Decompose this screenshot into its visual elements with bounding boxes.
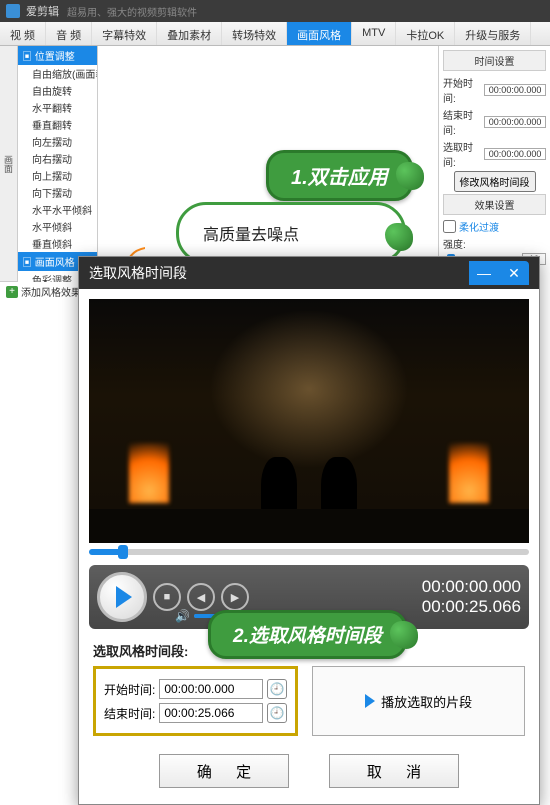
- app-title: 爱剪辑: [26, 3, 59, 19]
- tree-item[interactable]: 向下摆动: [18, 184, 97, 201]
- tab-0[interactable]: 视 频: [0, 22, 46, 45]
- modify-timerange-button[interactable]: 修改风格时间段: [454, 171, 536, 192]
- timerange-inputs: 开始时间: 🕘 结束时间: 🕘: [93, 666, 298, 736]
- tree-item[interactable]: 向上摆动: [18, 167, 97, 184]
- tab-2[interactable]: 字幕特效: [92, 22, 157, 45]
- plus-icon: +: [6, 286, 18, 298]
- next-frame-button[interactable]: ▶: [221, 583, 249, 611]
- stop-button[interactable]: ■: [153, 583, 181, 611]
- video-preview[interactable]: [89, 299, 529, 543]
- dlg-start-input[interactable]: [159, 679, 263, 699]
- sel-label: 选取时间:: [443, 139, 484, 169]
- effect-tooltip-text: 高质量去噪点: [203, 221, 299, 245]
- top-tabs: 视 频音 频字幕特效叠加素材转场特效画面风格MTV卡拉OK升级与服务: [0, 22, 550, 46]
- left-cat-0[interactable]: 画面: [0, 46, 17, 282]
- right-settings-panel: 时间设置 开始时间:00:00:00.000 结束时间:00:00:00.000…: [438, 46, 550, 282]
- strength-label: 强度:: [443, 236, 466, 251]
- tree-group[interactable]: ▣ 位置调整: [18, 46, 97, 65]
- volume-icon[interactable]: 🔊: [175, 609, 190, 623]
- tree-item[interactable]: 水平倾斜: [18, 218, 97, 235]
- tree-item[interactable]: 向左摆动: [18, 133, 97, 150]
- tab-1[interactable]: 音 频: [46, 22, 92, 45]
- tree-item[interactable]: 自由缩放(画面裁剪): [18, 65, 97, 82]
- tree-item[interactable]: 垂直倾斜: [18, 235, 97, 252]
- play-button[interactable]: [97, 572, 147, 622]
- tree-item[interactable]: 自由旋转: [18, 82, 97, 99]
- add-style-effect-button[interactable]: + 添加风格效果: [6, 284, 81, 299]
- pick-end-time-button[interactable]: 🕘: [267, 703, 287, 723]
- time-settings-title: 时间设置: [443, 50, 546, 71]
- dialog-titlebar: 选取风格时间段 — ✕: [79, 257, 539, 289]
- tree-item[interactable]: 水平翻转: [18, 99, 97, 116]
- play-icon: [116, 586, 132, 608]
- play-selection-label: 播放选取的片段: [381, 692, 472, 711]
- add-style-label: 添加风格效果: [21, 284, 81, 299]
- close-button[interactable]: ✕: [499, 261, 529, 285]
- left-category-strip: 画面美化滤镜动景: [0, 46, 18, 282]
- start-value[interactable]: 00:00:00.000: [484, 84, 546, 96]
- dialog-title: 选取风格时间段: [89, 263, 187, 283]
- select-timerange-dialog: 选取风格时间段 — ✕ ■ ◀ ▶ 00:00:00.000 00:00:25.…: [78, 256, 540, 805]
- tab-7[interactable]: 卡拉OK: [396, 22, 455, 45]
- prev-frame-button[interactable]: ◀: [187, 583, 215, 611]
- cancel-button[interactable]: 取 消: [329, 754, 459, 788]
- pick-start-time-button[interactable]: 🕘: [267, 679, 287, 699]
- effect-tooltip: 高质量去噪点: [176, 202, 406, 264]
- tree-item[interactable]: 垂直翻转: [18, 116, 97, 133]
- center-area: 1.双击应用 高质量去噪点: [98, 46, 438, 282]
- tree-item[interactable]: 水平水平倾斜: [18, 201, 97, 218]
- tree-item[interactable]: 向右摆动: [18, 150, 97, 167]
- play-icon: [365, 694, 375, 708]
- callout-step1: 1.双击应用: [266, 150, 413, 201]
- tab-3[interactable]: 叠加素材: [157, 22, 222, 45]
- effect-tree: ▣ 位置调整自由缩放(画面裁剪)自由旋转水平翻转垂直翻转向左摆动向右摆动向上摆动…: [18, 46, 98, 282]
- app-titlebar: 爱剪辑 超易用、强大的视频剪辑软件: [0, 0, 550, 22]
- sel-value[interactable]: 00:00:00.000: [484, 148, 546, 160]
- time-total: 00:00:25.066: [422, 597, 521, 617]
- callout-step2: 2.选取风格时间段: [208, 610, 407, 659]
- dlg-start-label: 开始时间:: [104, 681, 155, 698]
- dlg-end-label: 结束时间:: [104, 705, 155, 722]
- end-label: 结束时间:: [443, 107, 484, 137]
- play-selection-button[interactable]: 播放选取的片段: [312, 666, 525, 736]
- video-progress-bar[interactable]: [89, 549, 529, 561]
- soft-transition-label: 柔化过渡: [459, 219, 499, 234]
- minimize-button[interactable]: —: [469, 261, 499, 285]
- dlg-end-input[interactable]: [159, 703, 263, 723]
- end-value[interactable]: 00:00:00.000: [484, 116, 546, 128]
- app-subtitle: 超易用、强大的视频剪辑软件: [67, 4, 197, 19]
- time-current: 00:00:00.000: [422, 577, 521, 597]
- soft-transition-checkbox[interactable]: [443, 220, 456, 233]
- effect-settings-title: 效果设置: [443, 194, 546, 215]
- tab-5[interactable]: 画面风格: [287, 22, 352, 45]
- tab-8[interactable]: 升级与服务: [455, 22, 531, 45]
- tab-4[interactable]: 转场特效: [222, 22, 287, 45]
- app-logo-icon: [6, 4, 20, 18]
- ok-button[interactable]: 确 定: [159, 754, 289, 788]
- tab-6[interactable]: MTV: [352, 22, 396, 45]
- start-label: 开始时间:: [443, 75, 484, 105]
